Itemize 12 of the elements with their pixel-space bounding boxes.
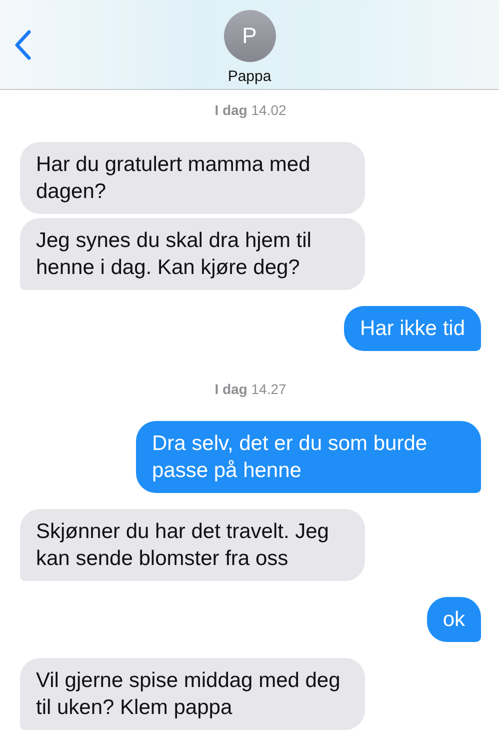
contact-name: Pappa [228, 68, 272, 85]
received-message-bubble: Vil gjerne spise middag med deg til uken? Klem pappa [20, 658, 365, 730]
received-message-bubble: Har du gratulert mamma med dagen? [20, 142, 365, 214]
back-chevron-icon[interactable] [14, 30, 32, 60]
contact-avatar[interactable]: P [224, 10, 276, 62]
sent-message-bubble: Har ikke tid [344, 306, 481, 351]
sent-message-bubble: ok [426, 597, 481, 642]
received-message-bubble: Skjønner du har det travelt. Jeg kan sende blomster fra oss [20, 509, 365, 581]
timestamp: I dag 14.02 [214, 102, 286, 118]
received-message-bubble: Jeg synes du skal dra hjem til henne i dag. Kan kjøre deg? [20, 218, 365, 290]
sent-message-bubble: Dra selv, det er du som burde passe på henne [136, 421, 481, 493]
timestamp: I dag 14.27 [214, 381, 286, 397]
